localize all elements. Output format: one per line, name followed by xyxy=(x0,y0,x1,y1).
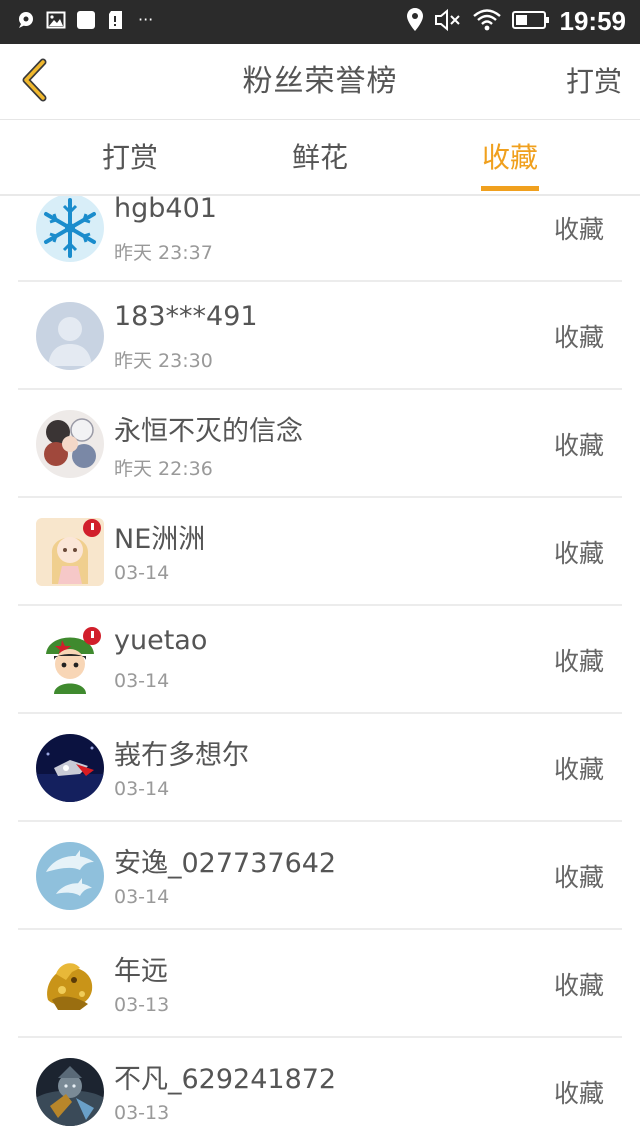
list-item-name: 不凡_629241872 xyxy=(114,1064,337,1095)
list-item-action: 收藏 xyxy=(553,971,604,1000)
sd-card-icon xyxy=(106,10,126,30)
list-item[interactable]: 峩冇多想尔 03-14 收藏 xyxy=(18,714,622,822)
page-title: 粉丝荣誉榜 xyxy=(242,64,398,99)
list-item-name: yuetao xyxy=(114,625,208,656)
list-item-time: 03-14 xyxy=(114,886,170,908)
list-item-action: 收藏 xyxy=(553,323,604,352)
location-pin-icon xyxy=(406,7,424,37)
list-item-action: 收藏 xyxy=(553,647,604,676)
list-item-time: 03-13 xyxy=(114,1102,170,1124)
list-item-time: 昨天 23:30 xyxy=(114,350,213,372)
list-item-name: 安逸_027737642 xyxy=(114,848,337,879)
active-tab-indicator xyxy=(481,186,539,191)
list-item-action: 收藏 xyxy=(553,215,604,244)
golden-dragon-avatar xyxy=(36,950,104,1018)
tab-favorites[interactable]: 收藏 xyxy=(450,120,570,196)
image-icon xyxy=(46,10,66,30)
list-item[interactable]: NE洲洲 03-14 收藏 xyxy=(18,498,622,606)
anime-group-avatar xyxy=(36,410,104,478)
title-bar: 粉丝荣誉榜 打赏 xyxy=(0,44,640,120)
reward-button[interactable]: 打赏 xyxy=(566,44,622,120)
list-item-time: 03-14 xyxy=(114,562,170,584)
tab-bar: 打赏 鲜花 收藏 xyxy=(0,120,640,196)
status-bar: ··· 19:59 xyxy=(0,0,640,44)
list-item-time: 昨天 23:37 xyxy=(114,242,213,264)
list-item[interactable]: 年远 03-13 收藏 xyxy=(18,930,622,1038)
list-item-name: NE洲洲 xyxy=(114,524,206,555)
list-item-action: 收藏 xyxy=(553,755,604,784)
list-item[interactable]: hgb401 昨天 23:37 收藏 xyxy=(18,196,622,282)
list-item[interactable]: 永恒不灭的信念 昨天 22:36 收藏 xyxy=(18,390,622,498)
tab-flowers[interactable]: 鲜花 xyxy=(260,120,380,196)
mute-icon xyxy=(434,8,462,36)
list-item-name: 永恒不灭的信念 xyxy=(114,416,303,447)
dolphins-avatar xyxy=(36,842,104,910)
status-bar-left-icons: ··· xyxy=(16,10,153,30)
anime-girl-avatar xyxy=(36,518,104,586)
list-item-name: 峩冇多想尔 xyxy=(114,740,249,771)
list-item[interactable]: 183***491 昨天 23:30 收藏 xyxy=(18,282,622,390)
list-item[interactable]: 不凡_629241872 03-13 收藏 xyxy=(18,1038,622,1138)
list-item-action: 收藏 xyxy=(553,539,604,568)
list-item[interactable]: yuetao 03-14 收藏 xyxy=(18,606,622,714)
list-item-time: 03-14 xyxy=(114,778,170,800)
list-item-time: 昨天 22:36 xyxy=(114,458,213,480)
status-time: 19:59 xyxy=(559,6,627,36)
battery-icon xyxy=(511,9,550,35)
list-item-name: 183***491 xyxy=(114,301,258,332)
list-item-action: 收藏 xyxy=(553,863,604,892)
chat-bubble-icon xyxy=(16,10,36,30)
dark-photo-avatar xyxy=(36,734,104,802)
list-item-action: 收藏 xyxy=(553,1079,604,1108)
square-icon xyxy=(76,10,96,30)
snowflake-avatar xyxy=(36,196,104,262)
list-item[interactable]: 安逸_027737642 03-14 收藏 xyxy=(18,822,622,930)
wifi-icon xyxy=(472,8,502,36)
list-item-time: 03-13 xyxy=(114,994,170,1016)
cartoon-soldier-avatar xyxy=(36,626,104,694)
list-item-action: 收藏 xyxy=(553,431,604,460)
default-person-avatar xyxy=(36,302,104,370)
favorites-list: hgb401 昨天 23:37 收藏 183***491 昨天 23:30 收藏… xyxy=(0,196,640,1138)
list-item-name: hgb401 xyxy=(114,196,217,224)
tab-reward[interactable]: 打赏 xyxy=(70,120,190,196)
status-bar-right-icons: 19:59 xyxy=(406,6,627,37)
game-character-avatar xyxy=(36,1058,104,1126)
list-item-time: 03-14 xyxy=(114,670,170,692)
list-item-name: 年远 xyxy=(114,956,168,987)
status-overflow: ··· xyxy=(138,10,154,29)
